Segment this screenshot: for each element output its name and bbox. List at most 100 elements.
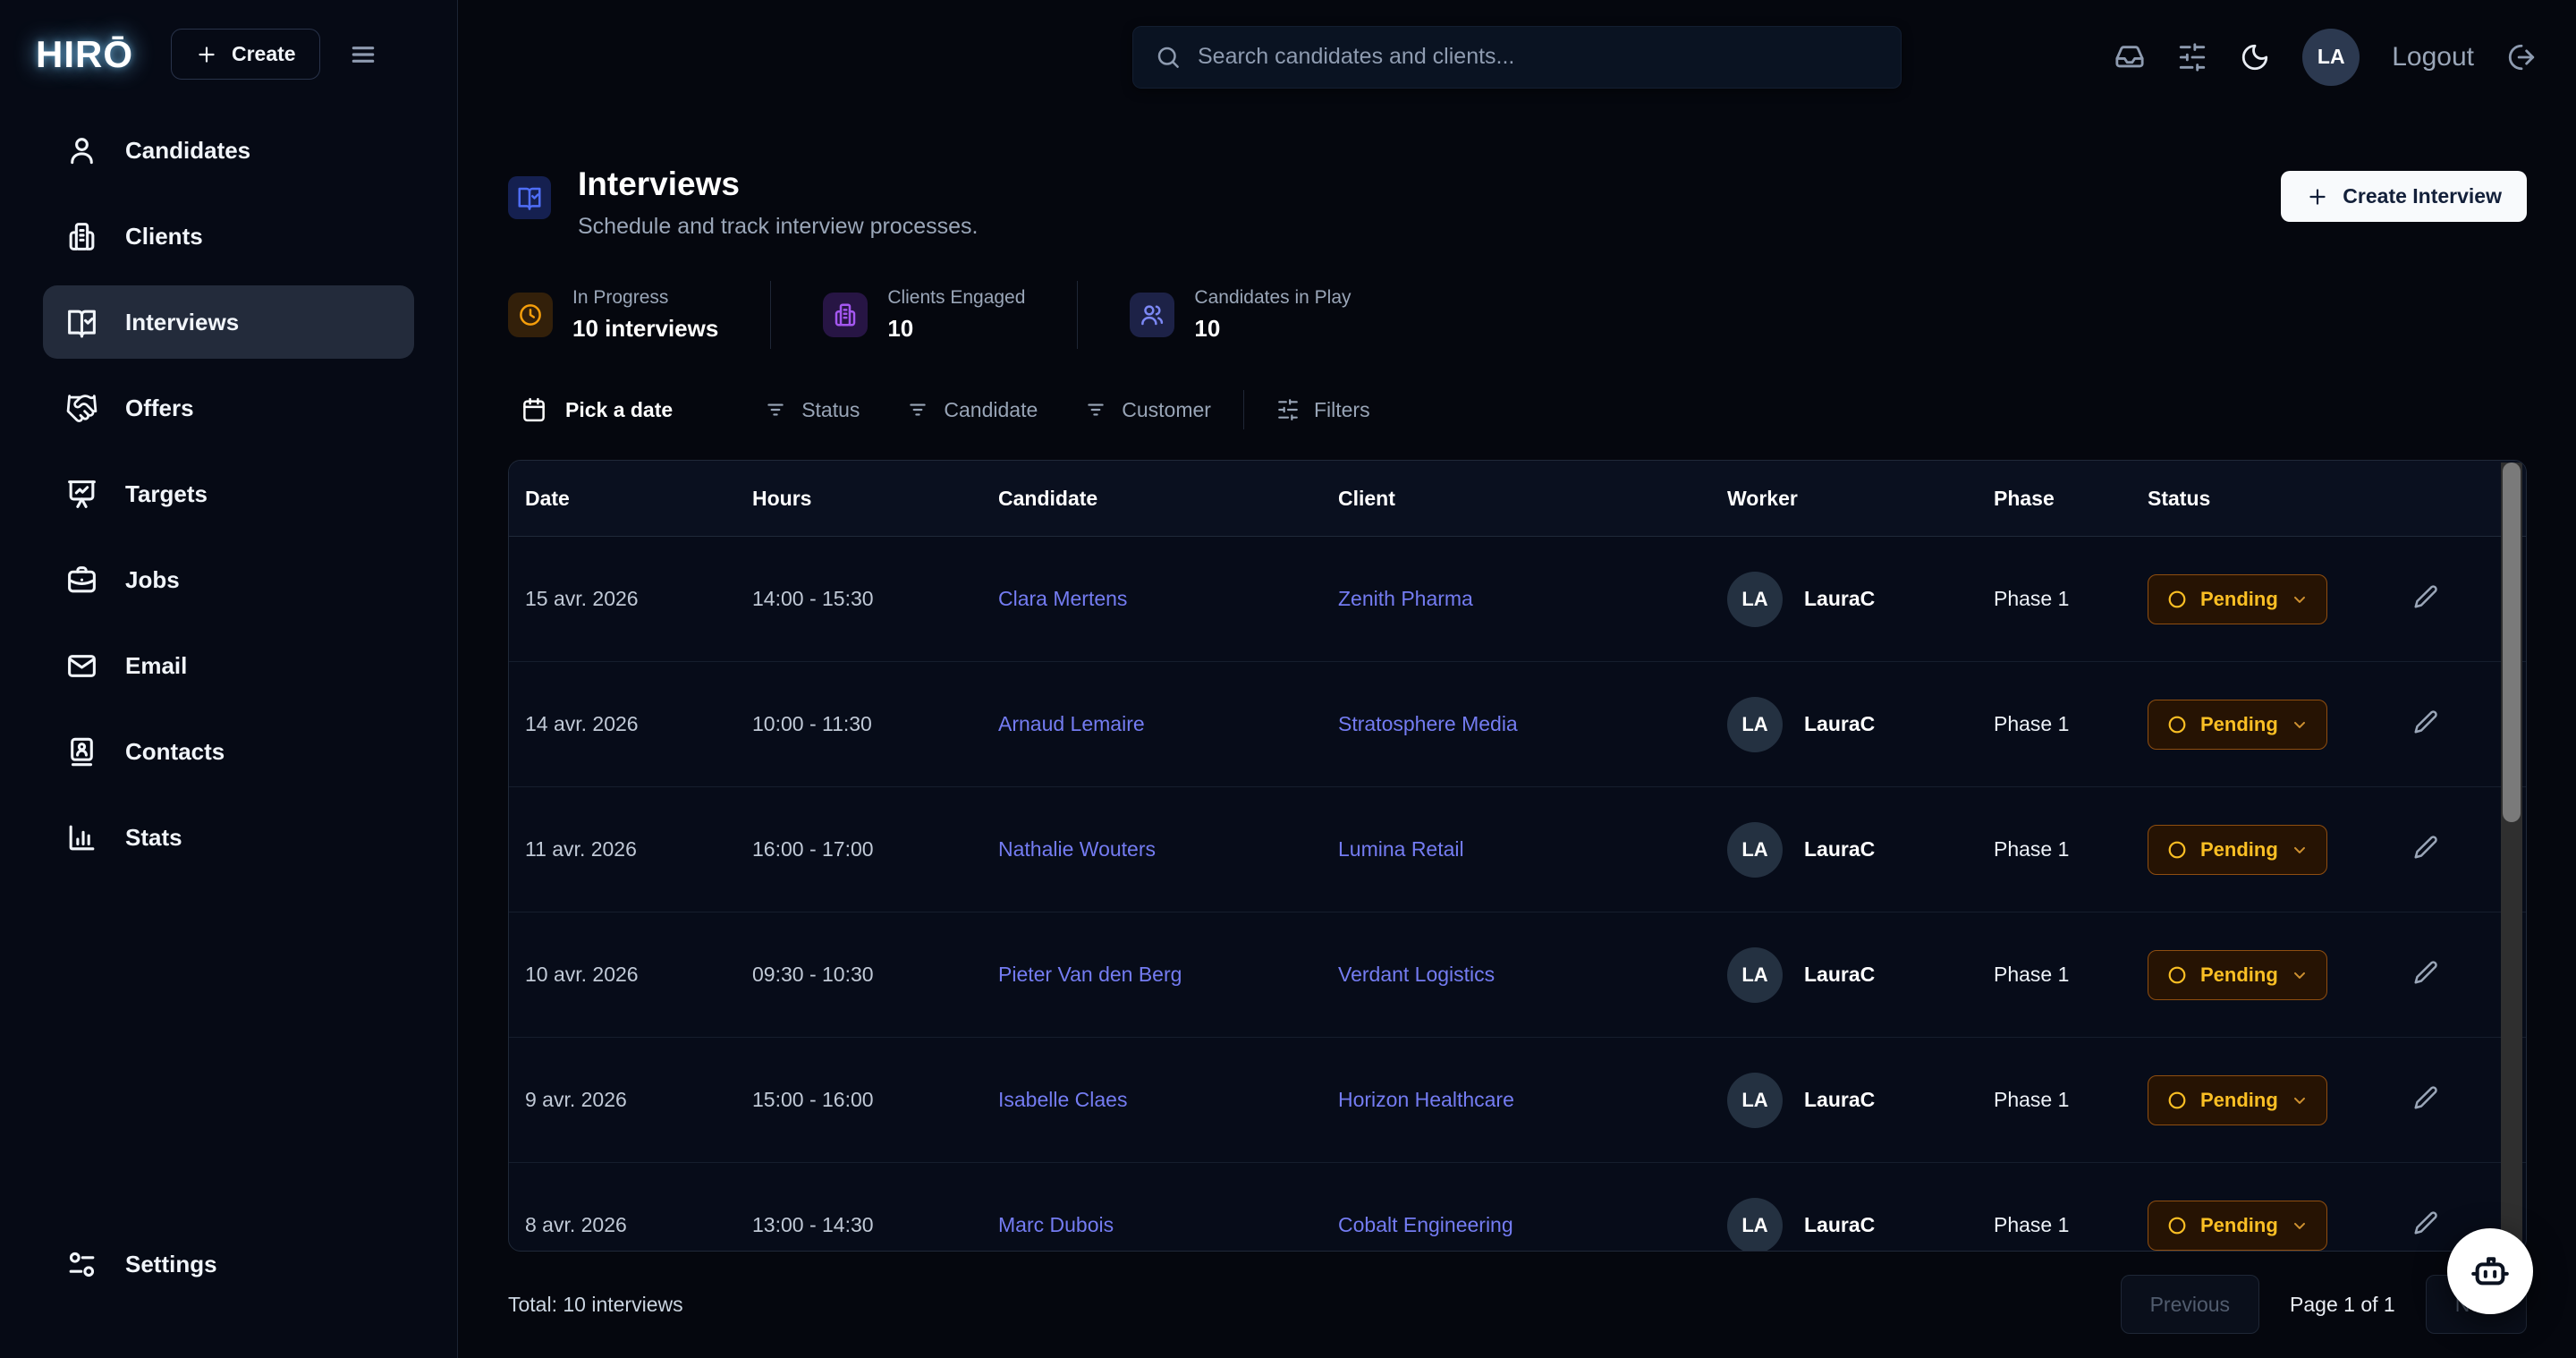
status-badge[interactable]: Pending [2148,574,2327,624]
filter-lines-icon [764,398,787,421]
chevron-down-icon [2291,1091,2309,1109]
sidebar-item-settings[interactable]: Settings [43,1227,414,1301]
stat-in-progress: In Progress 10 interviews [508,287,718,343]
book-check-icon [65,306,98,339]
edit-icon[interactable] [2412,834,2439,861]
sidebar-item-label: Jobs [125,566,180,594]
create-button[interactable]: Create [171,29,320,80]
edit-icon[interactable] [2412,959,2439,986]
mail-icon [65,649,98,683]
page-indicator: Page 1 of 1 [2290,1293,2395,1317]
edit-icon[interactable] [2412,1084,2439,1111]
client-link[interactable]: Cobalt Engineering [1338,1213,1727,1237]
previous-page-button[interactable]: Previous [2121,1275,2259,1334]
table-scrollbar[interactable] [2501,463,2522,1249]
stat-value: 10 interviews [572,315,718,343]
candidate-filter[interactable]: Candidate [906,398,1038,422]
inbox-icon[interactable] [2114,42,2145,72]
user-avatar[interactable]: LA [2302,29,2360,86]
status-label: Pending [2200,588,2278,611]
stat-value: 10 [1194,315,1351,343]
client-link[interactable]: Verdant Logistics [1338,963,1727,987]
divider [1077,281,1078,349]
worker-avatar: LA [1727,822,1783,878]
sidebar-item-contacts[interactable]: Contacts [43,715,414,788]
stat-label: Candidates in Play [1194,287,1351,309]
sidebar-item-jobs[interactable]: Jobs [43,543,414,616]
bar-chart-icon [65,821,98,854]
client-link[interactable]: Zenith Pharma [1338,587,1727,611]
menu-icon[interactable] [349,40,377,69]
interview-hours: 16:00 - 17:00 [752,837,998,861]
sidebar-item-candidates[interactable]: Candidates [43,114,414,187]
sliders-icon[interactable] [2177,42,2207,72]
divider [770,281,771,349]
moon-icon[interactable] [2240,42,2270,72]
worker-avatar: LA [1727,572,1783,627]
filters-button[interactable]: Filters [1276,398,1370,422]
candidate-link[interactable]: Clara Mertens [998,587,1338,611]
logout-button[interactable]: Logout [2392,42,2474,72]
column-header-candidate: Candidate [998,487,1338,511]
circle-icon [2166,714,2188,735]
edit-icon[interactable] [2412,583,2439,610]
customer-filter[interactable]: Customer [1084,398,1211,422]
edit-icon[interactable] [2412,1209,2439,1236]
candidate-link[interactable]: Arnaud Lemaire [998,712,1338,736]
phase-label: Phase 1 [1994,1088,2148,1112]
worker-name: LauraC [1804,712,1875,736]
sidebar-item-interviews[interactable]: Interviews [43,285,414,359]
building-icon [65,220,98,253]
sidebar-item-clients[interactable]: Clients [43,199,414,273]
chevron-down-icon [2291,1217,2309,1235]
status-badge[interactable]: Pending [2148,825,2327,875]
status-badge[interactable]: Pending [2148,700,2327,750]
column-header-worker: Worker [1727,487,1994,511]
circle-icon [2166,1090,2188,1111]
scrollbar-thumb[interactable] [2503,463,2521,822]
chevron-down-icon [2291,966,2309,984]
status-label: Pending [2200,963,2278,987]
candidate-link[interactable]: Pieter Van den Berg [998,963,1338,987]
client-link[interactable]: Stratosphere Media [1338,712,1727,736]
sidebar-item-offers[interactable]: Offers [43,371,414,445]
phase-label: Phase 1 [1994,587,2148,611]
table-row: 9 avr. 2026 15:00 - 16:00 Isabelle Claes… [509,1038,2526,1163]
worker-avatar: LA [1727,697,1783,752]
table-row: 8 avr. 2026 13:00 - 14:30 Marc Dubois Co… [509,1163,2526,1252]
robot-icon [2470,1251,2511,1292]
candidate-link[interactable]: Nathalie Wouters [998,837,1338,861]
candidate-link[interactable]: Marc Dubois [998,1213,1338,1237]
sidebar-item-stats[interactable]: Stats [43,801,414,874]
sidebar-nav: Candidates Clients Interviews Offers Tar… [0,99,457,1227]
date-picker-button[interactable]: Pick a date [521,396,673,423]
create-interview-button[interactable]: Create Interview [2281,171,2527,222]
sidebar-item-targets[interactable]: Targets [43,457,414,530]
assistant-fab-button[interactable] [2447,1228,2533,1314]
search-bar[interactable] [1132,26,1902,89]
status-filter[interactable]: Status [764,398,860,422]
interviews-page-icon [508,176,551,219]
search-input[interactable] [1198,44,1879,70]
candidate-link[interactable]: Isabelle Claes [998,1088,1338,1112]
client-link[interactable]: Lumina Retail [1338,837,1727,861]
worker-name: LauraC [1804,963,1875,987]
edit-icon[interactable] [2412,709,2439,735]
interview-hours: 09:30 - 10:30 [752,963,998,987]
sidebar-item-email[interactable]: Email [43,629,414,702]
worker-avatar: LA [1727,1073,1783,1128]
status-badge[interactable]: Pending [2148,950,2327,1000]
table-row: 15 avr. 2026 14:00 - 15:30 Clara Mertens… [509,537,2526,662]
column-header-client: Client [1338,487,1727,511]
filter-lines-icon [1084,398,1107,421]
sidebar-item-label: Candidates [125,137,250,165]
interview-hours: 13:00 - 14:30 [752,1213,998,1237]
worker-avatar: LA [1727,947,1783,1003]
logout-icon[interactable] [2506,42,2537,72]
status-badge[interactable]: Pending [2148,1201,2327,1251]
interview-date: 8 avr. 2026 [525,1213,752,1237]
client-link[interactable]: Horizon Healthcare [1338,1088,1727,1112]
status-badge[interactable]: Pending [2148,1075,2327,1125]
create-button-label: Create [232,42,296,66]
divider [1243,390,1244,429]
